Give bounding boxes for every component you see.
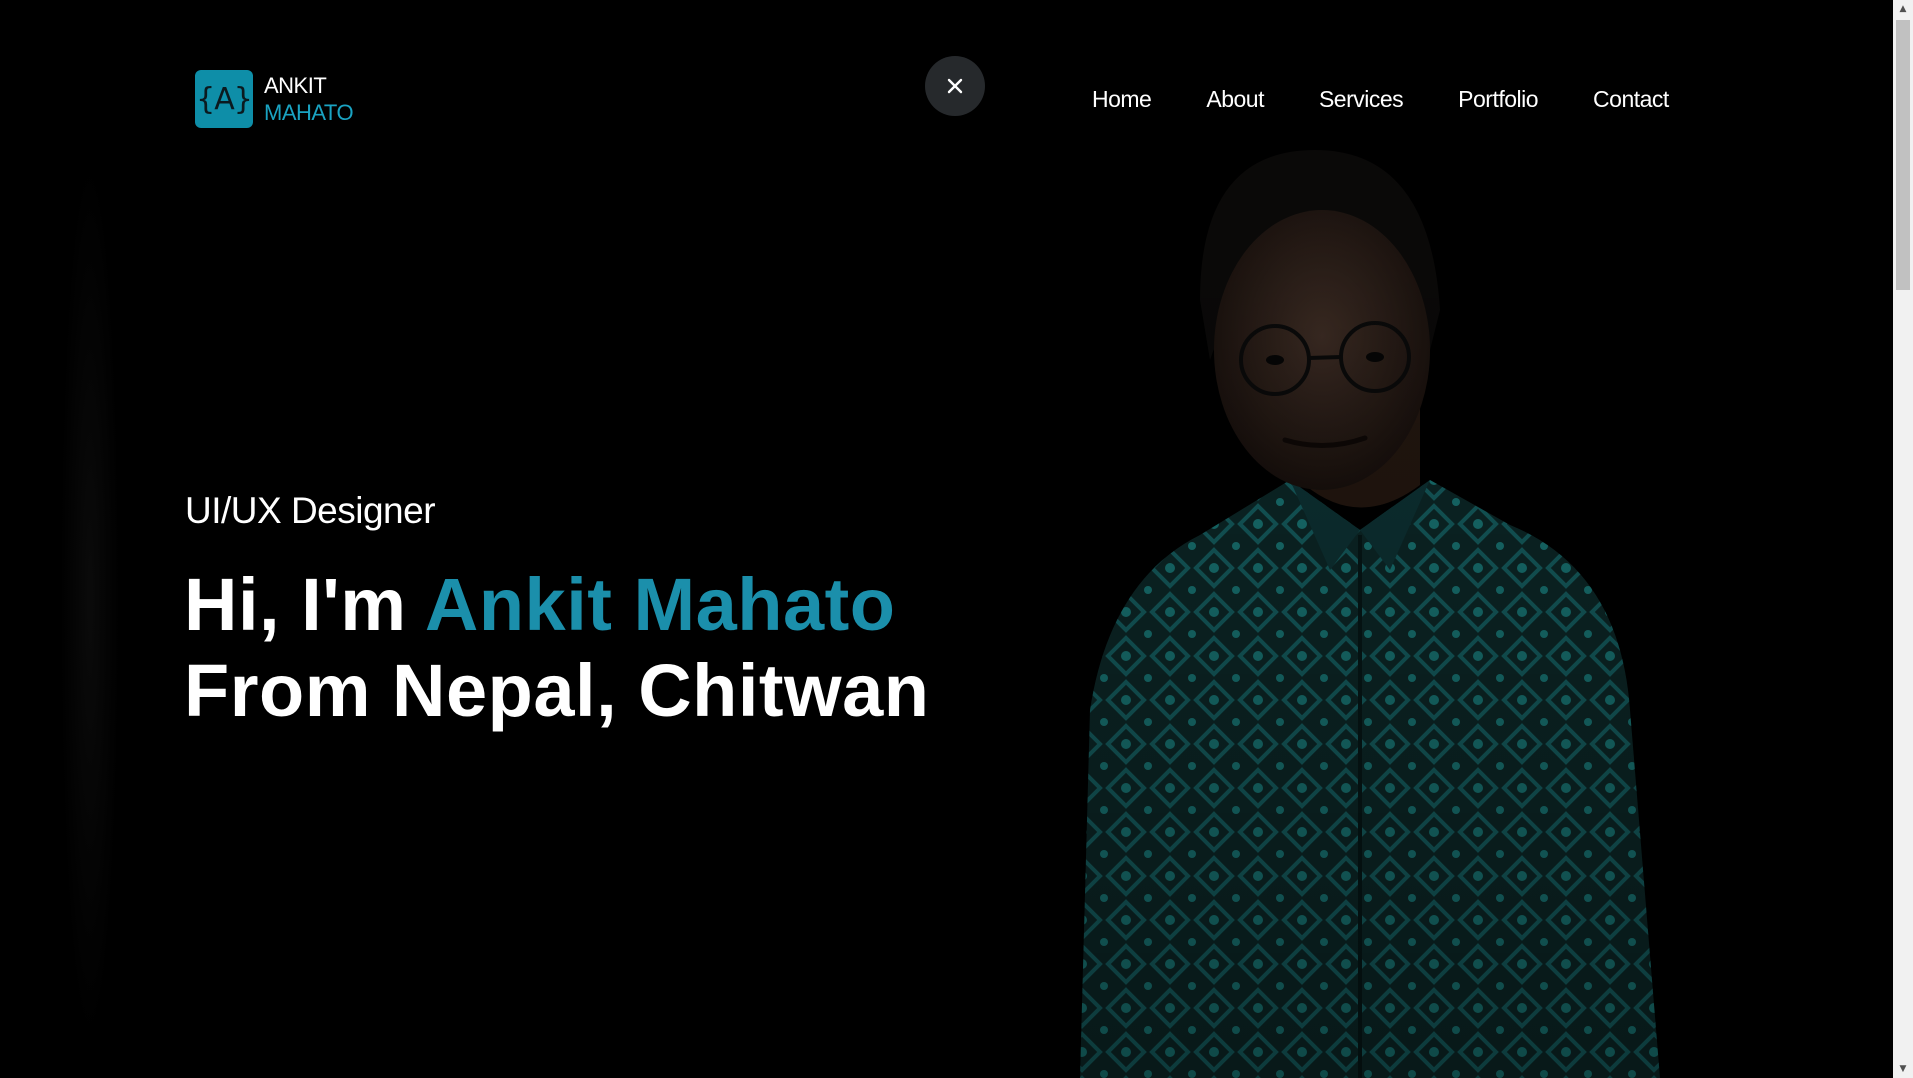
close-icon: [947, 78, 963, 94]
main-nav: Home About Services Portfolio Contact: [1092, 86, 1669, 113]
profile-photo-image: [1060, 150, 1690, 1078]
hero-greeting: Hi, I'm: [184, 563, 425, 646]
nav-item-about[interactable]: About: [1206, 86, 1264, 113]
hero-location: From Nepal, Chitwan: [184, 649, 930, 732]
logo-last-name: MAHATO: [264, 100, 354, 125]
scroll-up-icon[interactable]: ▲: [1893, 0, 1913, 18]
vertical-scrollbar[interactable]: ▲ ▼: [1893, 0, 1913, 1078]
hero-name: Ankit Mahato: [424, 563, 896, 646]
logo-link[interactable]: {A} ANKIT MAHATO: [195, 70, 354, 128]
nav-item-home[interactable]: Home: [1092, 86, 1152, 113]
scroll-down-icon[interactable]: ▼: [1893, 1060, 1913, 1078]
scroll-thumb[interactable]: [1896, 20, 1910, 290]
hero-headline-line1: Hi, I'm Ankit Mahato: [184, 562, 929, 648]
logo-first-name: ANKIT: [264, 73, 327, 98]
hero-role: UI/UX Designer: [185, 490, 436, 531]
hero-headline: Hi, I'm Ankit Mahato From Nepal, Chitwan: [184, 562, 929, 734]
page: {A} ANKIT MAHATO Home About Services Por…: [0, 0, 1893, 1078]
nav-item-contact[interactable]: Contact: [1593, 86, 1669, 113]
nav-item-portfolio[interactable]: Portfolio: [1458, 86, 1538, 113]
decorative-glow: [60, 150, 120, 1050]
close-menu-button[interactable]: [925, 56, 985, 116]
nav-item-services[interactable]: Services: [1319, 86, 1404, 113]
logo-text: ANKIT MAHATO: [264, 72, 354, 126]
logo-badge-glyph: {A}: [196, 81, 253, 117]
logo-badge-icon: {A}: [195, 70, 253, 128]
